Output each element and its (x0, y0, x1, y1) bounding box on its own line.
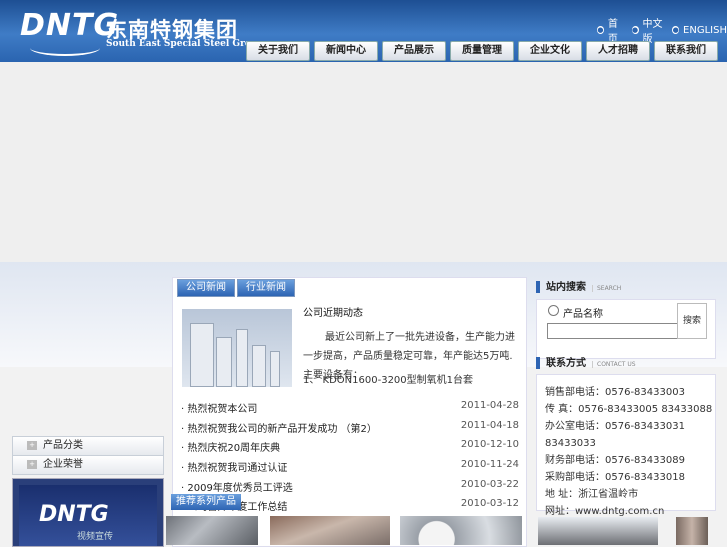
banner-area (0, 62, 727, 262)
nav-item-jobs[interactable]: 人才招聘 (586, 41, 650, 61)
expand-icon: + (27, 440, 37, 450)
contact-info: 销售部电话：0576-83433003 传 真：0576-83433005 83… (536, 374, 716, 517)
search-heading: 站内搜索 SEARCH (536, 278, 716, 294)
photo-tower (252, 345, 266, 387)
factory-photo[interactable] (538, 517, 658, 545)
product-thumbnail[interactable] (166, 516, 258, 545)
recommended-products-strip (160, 510, 525, 545)
contact-line: 传 真：0576-83433005 83433088 (545, 404, 713, 415)
list-item[interactable]: · 热烈祝贺本公司 2011-04-28 (181, 400, 519, 420)
logo-english-name: South East Special Steel Group (106, 39, 264, 49)
bullet-icon: ● (672, 26, 680, 34)
radio-label: 产品名称 (563, 309, 603, 320)
contact-photos (536, 517, 714, 545)
contact-line: 销售部电话：0576-83433003 (545, 387, 685, 398)
recommended-products-label[interactable]: 推荐系列产品 (171, 494, 241, 510)
video-logo: DNTG (39, 502, 109, 527)
expand-icon: + (27, 459, 37, 469)
english-version-link[interactable]: ENGLISH (683, 25, 727, 36)
search-input[interactable] (547, 323, 679, 339)
bullet-icon: ● (597, 26, 604, 34)
main-nav: 关于我们 新闻中心 产品展示 质量管理 企业文化 人才招聘 联系我们 (246, 41, 718, 61)
photo-tower (216, 337, 232, 387)
contact-line: 采购部电话：0576-83433018 (545, 472, 685, 483)
factory-photo[interactable] (676, 517, 708, 545)
search-box: 产品名称 搜索 (536, 299, 716, 359)
video-promo[interactable]: DNTG 视频宣传 (12, 478, 164, 547)
nav-item-contact[interactable]: 联系我们 (654, 41, 718, 61)
sidebar-item-label: 企业荣誉 (43, 459, 83, 470)
contact-line: 办公室电话：0576-83433031 83433033 (545, 421, 685, 449)
featured-news-title[interactable]: 公司近期动态 (303, 304, 363, 319)
list-item[interactable]: · 热烈祝贺我司通过认证 2010-11-24 (181, 459, 519, 479)
contact-heading: 联系方式 CONTACT US (536, 354, 716, 370)
tab-company-news[interactable]: 公司新闻 (177, 279, 235, 297)
nav-item-news[interactable]: 新闻中心 (314, 41, 378, 61)
contact-line: 地 址：浙江省温岭市 (545, 489, 639, 500)
tab-industry-news[interactable]: 行业新闻 (237, 279, 295, 297)
contact-line: 财务部电话：0576-83433089 (545, 455, 685, 466)
sidebar-item-product-category[interactable]: + 产品分类 (12, 436, 164, 456)
photo-tower (236, 329, 248, 387)
product-name-radio[interactable] (548, 305, 559, 316)
sidebar-item-honors[interactable]: + 企业荣誉 (12, 455, 164, 475)
search-button[interactable]: 搜索 (677, 303, 707, 339)
site-header: DNTG 东南特钢集团 South East Special Steel Gro… (0, 0, 727, 62)
nav-item-quality[interactable]: 质量管理 (450, 41, 514, 61)
product-thumbnail[interactable] (270, 516, 390, 545)
featured-news-sub: 1、 KDON1600-3200型制氧机1台套 (303, 375, 474, 386)
list-item[interactable]: · 热烈祝贺我公司的新产品开发成功 （第2） 2011-04-18 (181, 420, 519, 440)
nav-item-about[interactable]: 关于我们 (246, 41, 310, 61)
list-item[interactable]: · 热烈庆祝20周年庆典 2010-12-10 (181, 439, 519, 459)
video-caption: 视频宣传 (77, 532, 114, 542)
product-thumbnail[interactable] (400, 516, 522, 545)
nav-item-products[interactable]: 产品展示 (382, 41, 446, 61)
heading-bar-icon (536, 281, 540, 293)
photo-tower (270, 351, 280, 387)
sidebar-item-label: 产品分类 (43, 440, 83, 451)
heading-bar-icon (536, 357, 540, 369)
right-column: 站内搜索 SEARCH 产品名称 搜索 联系方式 CONTACT US 销售部电话：… (536, 277, 716, 545)
nav-item-culture[interactable]: 企业文化 (518, 41, 582, 61)
logo-swoosh-icon (30, 40, 100, 56)
bullet-icon: ● (631, 26, 639, 34)
photo-tower (190, 323, 214, 387)
news-photo[interactable] (182, 309, 292, 387)
